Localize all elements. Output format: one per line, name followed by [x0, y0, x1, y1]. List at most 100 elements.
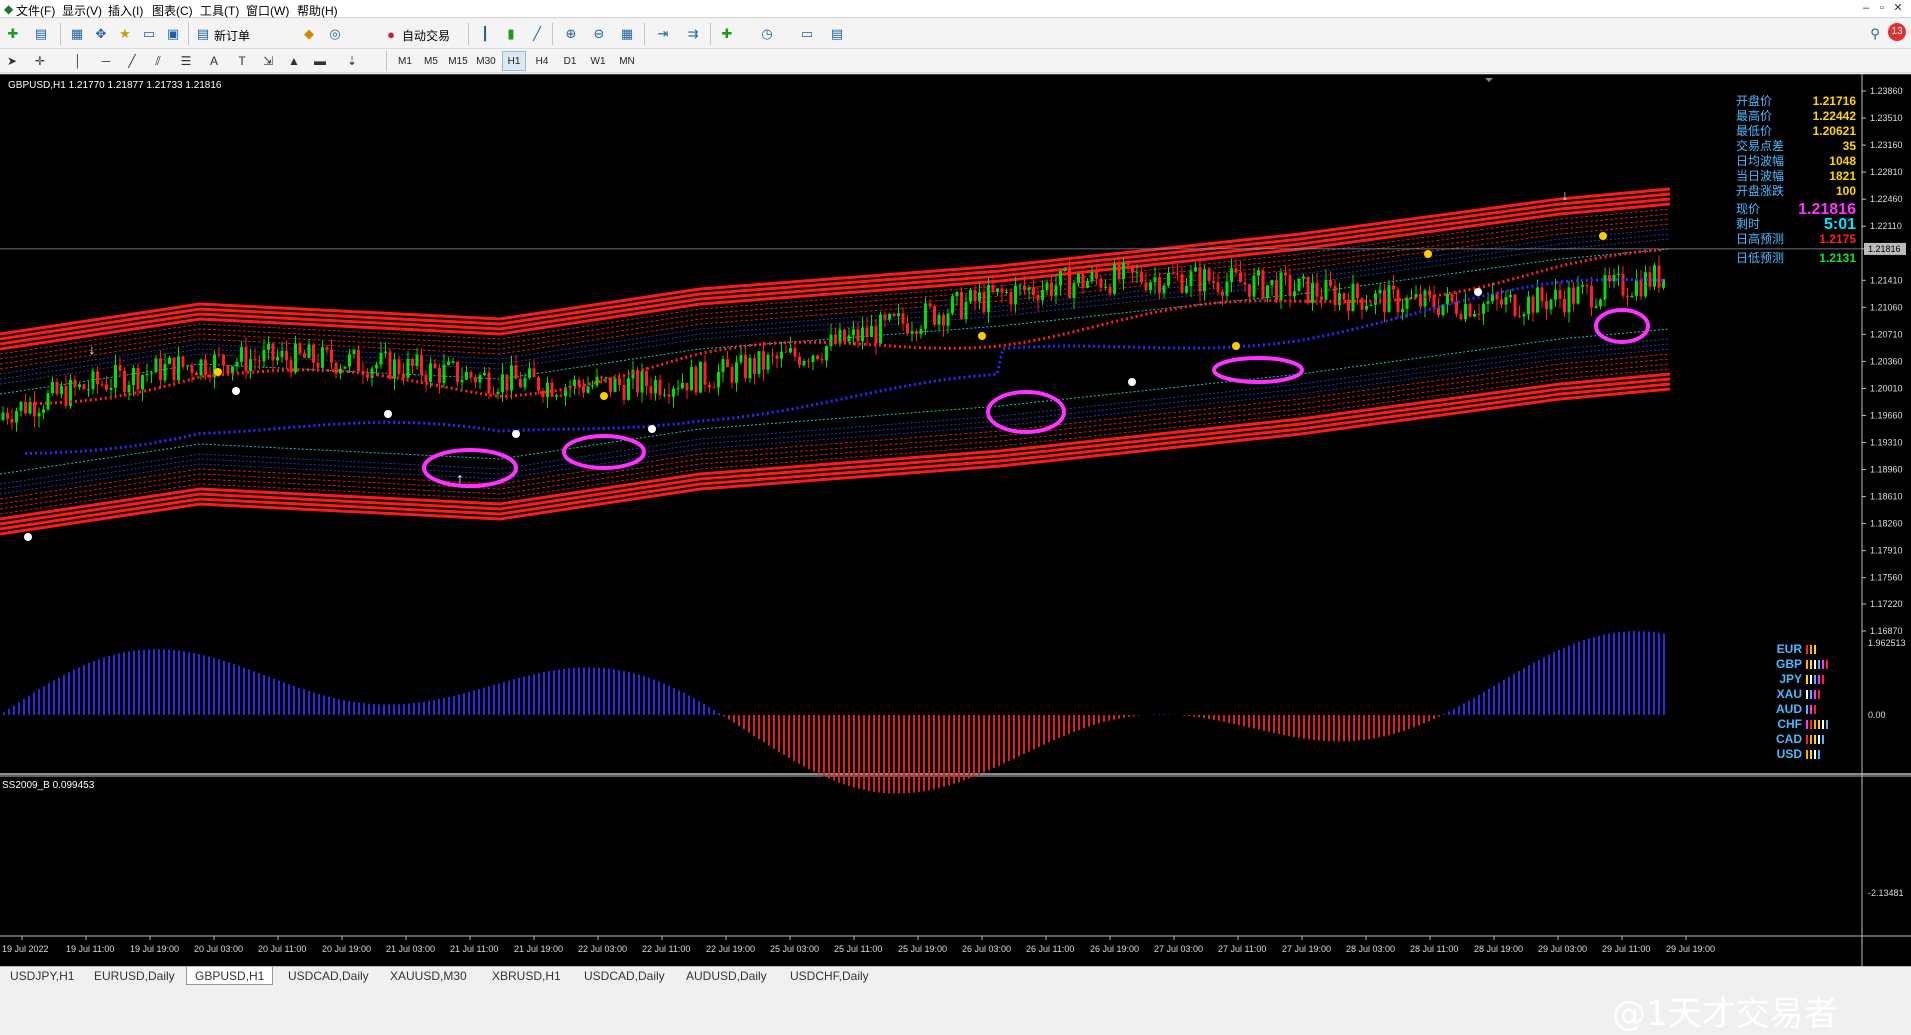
- info-row: 开盘涨跌 100: [1736, 184, 1856, 199]
- restore-icon[interactable]: ▫: [1874, 1, 1890, 16]
- text-label-icon[interactable]: T: [232, 51, 252, 71]
- cursor-icon[interactable]: ➤: [2, 51, 22, 71]
- candle-body: [294, 343, 297, 373]
- candle-body: [1131, 265, 1134, 273]
- new-order-button[interactable]: 新订单: [214, 27, 250, 44]
- chart-window[interactable]: ↓ ↓ ↑ 1.23860 1.23510 1.23160 1.22810 1.22460 1…: [0, 74, 1911, 1034]
- fibonacci-icon[interactable]: ☰: [176, 51, 196, 71]
- trendline-icon[interactable]: ╱: [122, 51, 142, 71]
- indicators-icon[interactable]: ✚: [716, 23, 738, 45]
- tab-gbpusd-h1[interactable]: GBPUSD,H1: [186, 967, 274, 985]
- candle-body: [595, 376, 599, 386]
- navigator-icon[interactable]: ✥: [90, 23, 112, 45]
- tab-usdcad-daily[interactable]: USDCAD,Daily: [280, 967, 377, 985]
- candle-body: [654, 379, 657, 394]
- periods-icon[interactable]: ◷: [756, 23, 778, 45]
- menu-view[interactable]: 显示(V): [62, 2, 102, 19]
- candle-body: [573, 379, 576, 387]
- candle-body: [1554, 290, 1557, 300]
- timeframe-m1[interactable]: M1: [393, 51, 417, 71]
- candle-body: [1239, 272, 1242, 283]
- vertical-line-icon[interactable]: │: [68, 51, 88, 71]
- minimize-icon[interactable]: –: [1858, 1, 1874, 16]
- bar-chart-icon[interactable]: ┃: [474, 23, 496, 45]
- tab-eurusd-daily[interactable]: EURUSD,Daily: [86, 967, 183, 985]
- zoom-out-icon[interactable]: ⊖: [588, 23, 610, 45]
- triangle-icon[interactable]: ▲: [284, 51, 304, 71]
- timeframe-h4[interactable]: H4: [530, 51, 554, 71]
- menu-window[interactable]: 窗口(W): [246, 2, 289, 19]
- candle-body: [1293, 291, 1296, 297]
- timeframe-m5[interactable]: M5: [419, 51, 443, 71]
- templates-icon[interactable]: ▭: [796, 23, 818, 45]
- price-chart[interactable]: ↓↓↑ 1.238601.235101.231601.228101.224601…: [0, 74, 1911, 966]
- menu-file[interactable]: 文件(F): [16, 2, 55, 19]
- profiles-icon[interactable]: ▤: [30, 23, 52, 45]
- candlestick-icon[interactable]: ▮: [500, 23, 522, 45]
- signals-icon[interactable]: ◎: [324, 23, 346, 45]
- menu-insert[interactable]: 插入(I): [108, 2, 143, 19]
- candle-body: [222, 354, 225, 366]
- candle-body: [262, 349, 266, 362]
- rectangle-icon[interactable]: ▬: [310, 51, 330, 71]
- candle-body: [996, 288, 999, 292]
- candle-body: [393, 359, 396, 379]
- candle-body: [330, 349, 333, 363]
- tab-usdchf-daily[interactable]: USDCHF,Daily: [782, 967, 877, 985]
- candle-body: [163, 363, 167, 381]
- metaeditor-icon[interactable]: ◆: [298, 23, 320, 45]
- candle-body: [1257, 270, 1260, 276]
- candle-body: [555, 395, 558, 397]
- timeframe-d1[interactable]: D1: [558, 51, 582, 71]
- menu-help[interactable]: 帮助(H): [297, 2, 338, 19]
- tab-xauusd-m30[interactable]: XAUUSD,M30: [382, 967, 475, 985]
- new-order-icon[interactable]: ▤: [192, 23, 214, 45]
- search-icon[interactable]: ⚲: [1864, 23, 1886, 45]
- tab-usdcad-daily-2[interactable]: USDCAD,Daily: [576, 967, 673, 985]
- candle-body: [1198, 267, 1202, 292]
- timeframe-h1[interactable]: H1: [502, 51, 526, 71]
- shapes-dropdown-icon[interactable]: ⇣: [342, 51, 362, 71]
- notification-badge[interactable]: 13: [1888, 23, 1906, 41]
- candle-body: [82, 384, 86, 390]
- info-panel: 开盘价 1.21716 最高价 1.22442 最低价 1.20621 交易点差 35 日均波幅…: [1736, 94, 1856, 266]
- candle-body: [681, 382, 684, 389]
- tile-windows-icon[interactable]: ▦: [616, 23, 638, 45]
- menu-charts[interactable]: 图表(C): [152, 2, 193, 19]
- data-window-icon[interactable]: ★: [114, 23, 136, 45]
- candle-body: [865, 327, 869, 338]
- auto-trade-button[interactable]: 自动交易: [402, 27, 450, 44]
- tab-audusd-daily[interactable]: AUDUSD,Daily: [678, 967, 775, 985]
- template-dropdown-icon[interactable]: ▤: [826, 23, 848, 45]
- zoom-in-icon[interactable]: ⊕: [560, 23, 582, 45]
- time-axis-label: 20 Jul 03:00: [194, 944, 243, 954]
- timeframe-m15[interactable]: M15: [445, 51, 471, 71]
- timeframe-m30[interactable]: M30: [473, 51, 499, 71]
- chart-shift-icon[interactable]: ⇥: [652, 23, 674, 45]
- app-icon[interactable]: ◆: [4, 2, 13, 16]
- line-chart-icon[interactable]: ╱: [526, 23, 548, 45]
- arrows-icon[interactable]: ⇲: [258, 51, 278, 71]
- candle-body: [352, 349, 356, 355]
- auto-trade-icon[interactable]: ●: [380, 23, 402, 45]
- channel-icon[interactable]: ⫽: [148, 51, 168, 71]
- strength-bars: [1806, 690, 1820, 699]
- new-chart-icon[interactable]: ✚: [2, 23, 24, 45]
- close-icon[interactable]: ✕: [1890, 1, 1906, 16]
- crosshair-icon[interactable]: ✛: [30, 51, 50, 71]
- candle-body: [1500, 299, 1503, 305]
- menu-tools[interactable]: 工具(T): [200, 2, 239, 19]
- candle-body: [159, 358, 162, 381]
- candle-body: [1419, 294, 1422, 307]
- tab-usdjpy-h1[interactable]: USDJPY,H1: [2, 967, 82, 985]
- market-watch-icon[interactable]: ▦: [66, 23, 88, 45]
- strategy-tester-icon[interactable]: ▣: [162, 23, 184, 45]
- autoscroll-icon[interactable]: ⇉: [682, 23, 704, 45]
- tab-xbrusd-h1[interactable]: XBRUSD,H1: [484, 967, 569, 985]
- timeframe-w1[interactable]: W1: [586, 51, 610, 71]
- timeframe-mn[interactable]: MN: [614, 51, 640, 71]
- horizontal-line-icon[interactable]: ─: [96, 51, 116, 71]
- terminal-icon[interactable]: ▭: [138, 23, 160, 45]
- text-icon[interactable]: A: [204, 51, 224, 71]
- down-arrow: ↓: [1562, 187, 1569, 203]
